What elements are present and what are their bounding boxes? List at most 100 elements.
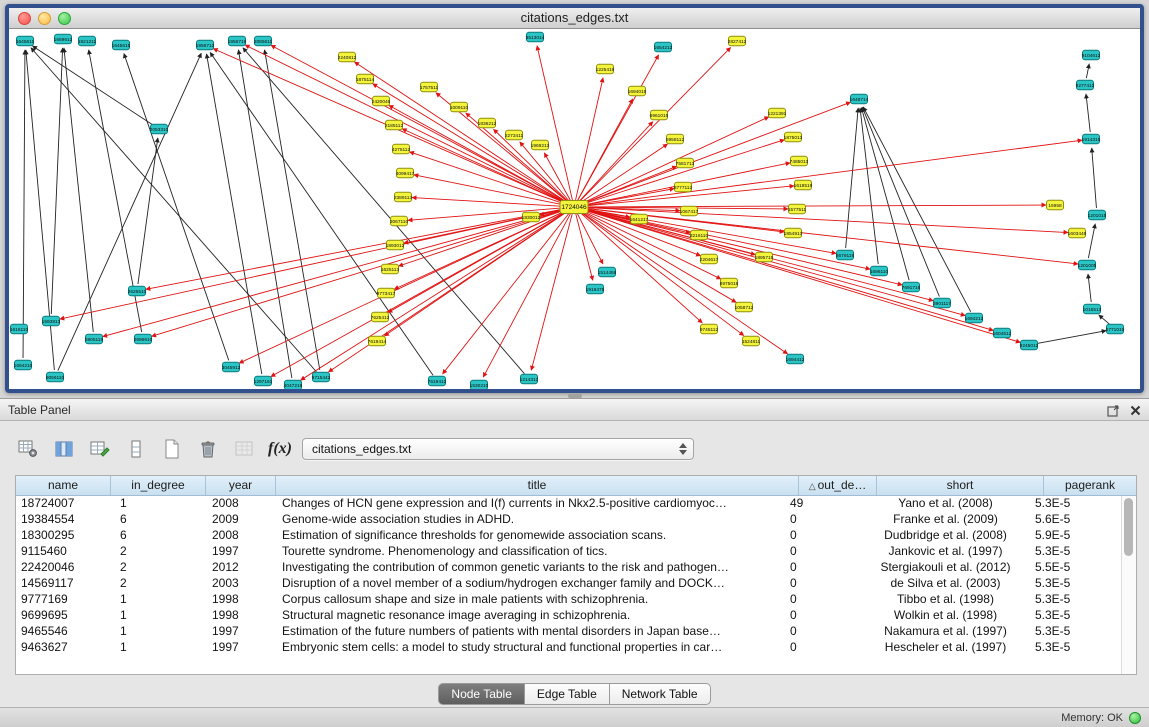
table-row[interactable]: 911546021997Tourette syndrome. Phenomeno…: [16, 544, 1121, 560]
graph-node[interactable]: 7485013: [790, 156, 809, 166]
citation-edge-red[interactable]: [581, 205, 1046, 207]
table-cell[interactable]: Investigating the contribution of common…: [276, 560, 784, 576]
zoom-window-button[interactable]: [58, 12, 71, 25]
table-cell[interactable]: 0: [784, 512, 862, 528]
window-titlebar[interactable]: citations_edges.txt: [9, 8, 1140, 29]
graph-node[interactable]: 7619414: [368, 336, 387, 346]
graph-node[interactable]: 1067417: [680, 206, 699, 216]
graph-node[interactable]: 1921211: [78, 36, 97, 46]
graph-node[interactable]: 9715442: [312, 372, 331, 382]
citation-edge-red[interactable]: [577, 213, 603, 264]
citation-edge-red[interactable]: [493, 129, 568, 202]
table-cell[interactable]: 2009: [206, 512, 276, 528]
table-cell[interactable]: 5.3E-5: [1029, 496, 1121, 512]
table-cell[interactable]: 5.5E-5: [1029, 560, 1121, 576]
table-cell[interactable]: Yano et al. (2008): [862, 496, 1029, 512]
graph-node[interactable]: 1956719: [228, 36, 247, 46]
graph-node[interactable]: 1694015: [628, 86, 647, 96]
citation-edge-black[interactable]: [238, 50, 291, 378]
table-cell[interactable]: 2008: [206, 528, 276, 544]
table-cell[interactable]: 5.3E-5: [1029, 608, 1121, 624]
table-cell[interactable]: Changes of HCN gene expression and I(f) …: [276, 496, 784, 512]
graph-node[interactable]: 1918475: [586, 284, 605, 294]
table-cell[interactable]: 1: [111, 624, 206, 640]
table-cell[interactable]: Tibbo et al. (1998): [862, 592, 1029, 608]
citation-edge-black[interactable]: [58, 53, 201, 370]
citation-edge-red[interactable]: [271, 210, 568, 376]
graph-node[interactable]: 7691716: [902, 282, 921, 292]
table-cell[interactable]: 1997: [206, 544, 276, 560]
citation-edge-black[interactable]: [1086, 94, 1090, 132]
graph-node[interactable]: 1654212: [654, 42, 673, 52]
float-panel-icon[interactable]: [1107, 404, 1120, 417]
graph-node[interactable]: 1577511: [788, 204, 807, 214]
graph-node[interactable]: 8513014: [526, 32, 545, 42]
table-cell[interactable]: 9777169: [16, 592, 111, 608]
graph-node[interactable]: 9745112: [700, 324, 719, 334]
column-header-in-degree[interactable]: in_degree: [111, 476, 206, 495]
graph-node[interactable]: 1009110: [450, 102, 469, 112]
citation-edge-black[interactable]: [138, 138, 158, 284]
function-builder-icon[interactable]: f(x): [268, 440, 292, 458]
graph-node[interactable]: 1893012: [386, 240, 405, 250]
table-row[interactable]: 946554611997Estimation of the future num…: [16, 624, 1121, 640]
graph-node[interactable]: 3045912: [222, 362, 241, 372]
tab-network-table[interactable]: Network Table: [610, 683, 711, 705]
column-header-title[interactable]: title: [276, 476, 799, 495]
table-cell[interactable]: Jankovic et al. (1997): [862, 544, 1029, 560]
citation-edge-black[interactable]: [1088, 224, 1095, 258]
graph-node[interactable]: 1696110: [870, 266, 889, 276]
table-cell[interactable]: 1: [111, 496, 206, 512]
graph-node[interactable]: 7619412: [428, 376, 447, 386]
table-cell[interactable]: Tourette syndrome. Phenomenology and cla…: [276, 544, 784, 560]
edit-table-icon[interactable]: [86, 436, 114, 462]
network-canvas[interactable]: 2240812187511424200462185112427511240994…: [9, 29, 1140, 389]
table-cell[interactable]: 0: [784, 640, 862, 656]
graph-node[interactable]: 1214312: [520, 374, 539, 384]
table-cell[interactable]: 22420046: [16, 560, 111, 576]
table-cell[interactable]: 2: [111, 560, 206, 576]
scrollbar-thumb[interactable]: [1124, 498, 1133, 556]
graph-node[interactable]: 1969213: [531, 140, 550, 150]
graph-node[interactable]: 1616110: [10, 324, 29, 334]
citation-edge-black[interactable]: [1086, 64, 1089, 78]
graph-node[interactable]: 1221391: [768, 108, 787, 118]
citation-edge-black[interactable]: [51, 48, 62, 314]
table-cell[interactable]: 0: [784, 608, 862, 624]
citation-edge-red[interactable]: [577, 55, 658, 201]
graph-node[interactable]: 9056110: [46, 372, 65, 382]
table-cell[interactable]: 2: [111, 576, 206, 592]
table-cell[interactable]: 5.3E-5: [1029, 576, 1121, 592]
table-cell[interactable]: Wolkin et al. (1998): [862, 608, 1029, 624]
graph-node[interactable]: 8777112: [674, 182, 693, 192]
column-header-pagerank[interactable]: pagerank: [1044, 476, 1136, 495]
table-cell[interactable]: 5.3E-5: [1029, 544, 1121, 560]
tab-edge-table[interactable]: Edge Table: [525, 683, 610, 705]
graph-node[interactable]: 1593813: [42, 316, 61, 326]
graph-node[interactable]: 2827412: [728, 36, 747, 46]
graph-node[interactable]: 5958112: [666, 134, 685, 144]
table-cell[interactable]: Franke et al. (2009): [862, 512, 1029, 528]
graph-node[interactable]: 1645615: [112, 40, 131, 50]
tab-node-table[interactable]: Node Table: [438, 683, 525, 705]
table-settings-icon[interactable]: [14, 436, 42, 462]
graph-node[interactable]: 1854913: [784, 228, 803, 238]
graph-node[interactable]: 2420046: [372, 96, 391, 106]
table-cell[interactable]: 1: [111, 640, 206, 656]
table-cell[interactable]: 9699695: [16, 608, 111, 624]
graph-node[interactable]: 1648714: [850, 94, 869, 104]
citation-edge-red[interactable]: [581, 209, 994, 330]
graph-node[interactable]: 1016513: [1083, 304, 1102, 314]
table-cell[interactable]: 49: [784, 496, 862, 512]
table-cell[interactable]: 0: [784, 560, 862, 576]
citation-edge-red[interactable]: [531, 214, 572, 371]
show-columns-icon[interactable]: [50, 436, 78, 462]
table-cell[interactable]: Estimation of the future numbers of pati…: [276, 624, 784, 640]
table-cell[interactable]: Corpus callosum shape and size in male p…: [276, 592, 784, 608]
graph-node[interactable]: 1530210: [470, 380, 489, 390]
graph-node[interactable]: 4275112: [392, 144, 411, 154]
graph-node[interactable]: 1694212: [965, 313, 984, 323]
citation-edge-red[interactable]: [245, 45, 568, 204]
graph-node[interactable]: 3067110: [390, 216, 409, 226]
graph-node[interactable]: 1604512: [993, 328, 1012, 338]
